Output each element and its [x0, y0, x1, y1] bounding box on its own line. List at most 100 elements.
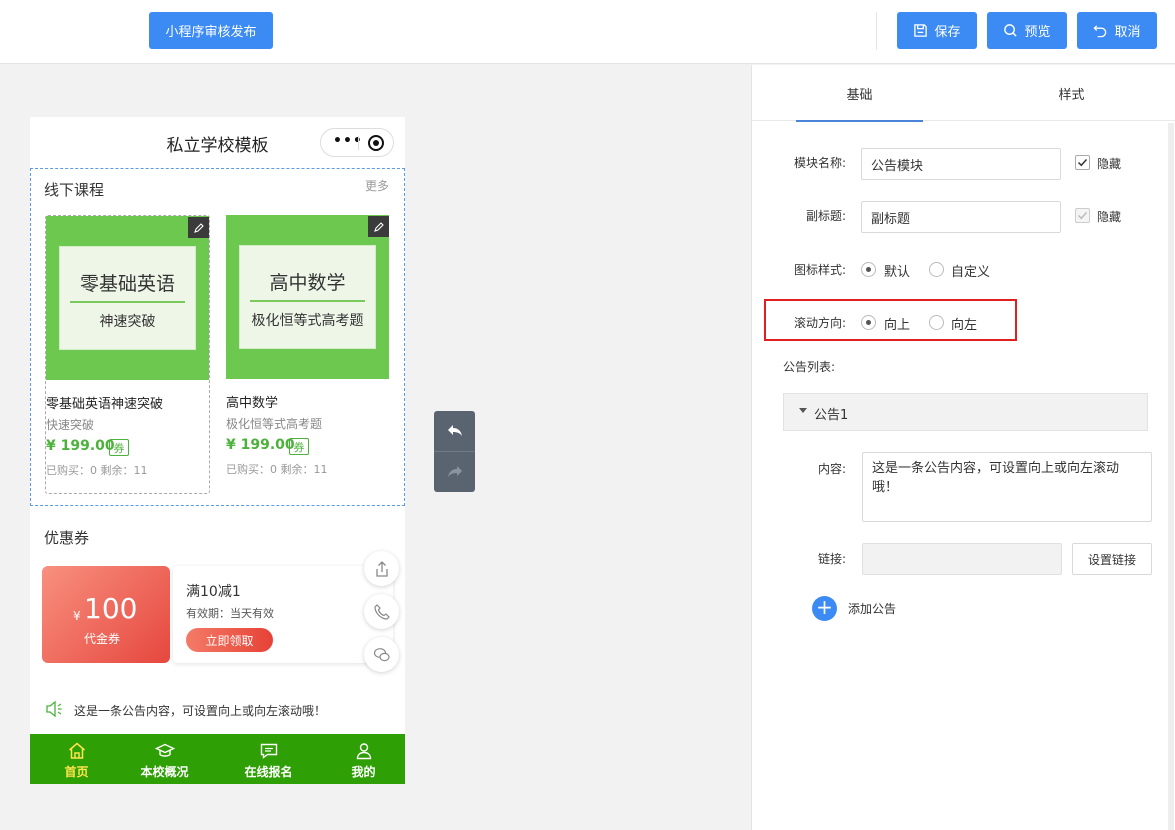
cover-title: 零基础英语 — [79, 273, 175, 295]
check-icon — [1077, 158, 1088, 167]
course-stock: 已购买：0 剩余：11 — [226, 463, 328, 476]
message-icon — [260, 743, 277, 759]
tab-basic[interactable]: 基础 — [796, 65, 923, 122]
course-price: ¥ 199.00 — [226, 437, 295, 453]
miniprogram-capsule[interactable]: ••• — [320, 128, 394, 157]
tab-home-label: 首页 — [64, 765, 89, 779]
course-card[interactable]: 高中数学 极化恒等式高考题 高中数学 极化恒等式高考题 ¥ 199.00 券 已… — [226, 215, 391, 494]
claim-coupon-button[interactable]: 立即领取 — [186, 628, 273, 652]
notice-list-label: 公告列表: — [783, 360, 836, 374]
search-icon — [1004, 24, 1018, 37]
notice-bar[interactable]: 这是一条公告内容，可设置向上或向左滚动哦！ — [44, 699, 394, 721]
speaker-icon — [46, 700, 62, 718]
scroll-left-label: 向左 — [951, 318, 978, 333]
preview-label: 预览 — [1024, 25, 1051, 40]
share-icon — [375, 560, 388, 577]
link-input[interactable] — [862, 543, 1062, 575]
add-notice-label: 添加公告 — [848, 602, 897, 616]
cover-title: 高中数学 — [269, 272, 346, 294]
course-module[interactable]: 线下课程 更多 零基础英语 神速突破 零基础英语神速突破 快速突破 ¥ 199.… — [30, 168, 405, 506]
close-miniprogram-icon[interactable] — [368, 135, 384, 151]
coupon-validity: 有效期：当天有效 — [186, 607, 274, 620]
edit-pencil-icon[interactable] — [368, 216, 389, 237]
scroll-direction-label: 滚动方向: — [793, 316, 846, 330]
course-section-title: 线下课程 — [44, 181, 105, 199]
notice-content-textarea[interactable]: 这是一条公告内容，可设置向上或向左滚动哦！ — [862, 452, 1152, 522]
hide-subtitle-checkbox[interactable] — [1075, 208, 1090, 223]
notice-text: 这是一条公告内容，可设置向上或向左滚动哦！ — [74, 704, 327, 718]
tab-online-signup[interactable]: 在线报名 — [222, 734, 315, 784]
icon-style-label: 图标样式: — [793, 263, 846, 277]
graduation-cap-icon — [154, 743, 175, 757]
home-icon — [68, 742, 85, 759]
phone-header: 私立学校模板 ••• — [30, 117, 405, 167]
tab-online-signup-label: 在线报名 — [244, 765, 293, 779]
subtitle-label: 副标题: — [805, 209, 846, 223]
toolbar-divider — [876, 12, 877, 50]
plus-icon: + — [812, 596, 837, 621]
save-label: 保存 — [934, 25, 961, 40]
undo-icon — [1093, 25, 1107, 38]
save-button[interactable]: 保存 — [897, 12, 977, 49]
redo-arrow-icon — [447, 466, 462, 477]
history-controls — [434, 411, 475, 492]
caret-down-icon — [799, 408, 807, 413]
coupon-name: 满10减1 — [186, 584, 241, 600]
undo-arrow-icon — [447, 425, 462, 436]
phone-icon — [373, 603, 390, 620]
tab-home[interactable]: 首页 — [30, 734, 123, 784]
icon-style-custom-label: 自定义 — [951, 265, 991, 280]
cover-subtitle: 神速突破 — [99, 314, 156, 330]
more-link[interactable]: 更多 — [365, 177, 389, 194]
redo-button[interactable] — [434, 452, 475, 492]
panel-tabs: 基础 样式 — [752, 65, 1175, 122]
subtitle-input[interactable]: 副标题 — [861, 201, 1061, 233]
module-name-label: 模块名称: — [793, 156, 846, 170]
link-label: 链接: — [817, 552, 846, 566]
hide-module-checkbox[interactable] — [1075, 155, 1090, 170]
course-cover-image: 零基础英语 神速突破 — [46, 216, 209, 380]
cancel-button[interactable]: 取消 — [1077, 12, 1157, 49]
module-name-input[interactable]: 公告模块 — [861, 148, 1061, 180]
scroll-up-label: 向上 — [884, 318, 911, 333]
course-price: ¥ 199.00 — [46, 438, 115, 454]
content-label: 内容: — [817, 462, 846, 476]
course-cover-image: 高中数学 极化恒等式高考题 — [226, 215, 389, 379]
save-icon — [914, 24, 928, 37]
wechat-float-button[interactable] — [364, 637, 399, 672]
icon-style-default-radio[interactable] — [861, 262, 876, 277]
course-stock: 已购买：0 剩余：11 — [46, 464, 148, 477]
publish-review-button[interactable]: 小程序审核发布 — [149, 12, 273, 49]
icon-style-custom-radio[interactable] — [929, 262, 944, 277]
panel-scrollbar[interactable] — [1168, 123, 1174, 830]
course-subtitle: 极化恒等式高考题 — [226, 417, 323, 431]
icon-style-default-label: 默认 — [884, 265, 911, 280]
coupon-badge: 券 — [109, 439, 129, 456]
bottom-tabbar: 首页 本校概况 在线报名 我的 — [30, 734, 405, 784]
edit-pencil-icon[interactable] — [188, 217, 209, 238]
coupon-type: 代金券 — [84, 632, 121, 646]
hide-module-label: 隐藏 — [1097, 157, 1122, 171]
tab-school-overview[interactable]: 本校概况 — [118, 734, 211, 784]
course-name: 零基础英语神速突破 — [46, 397, 164, 412]
coupon-module[interactable]: 优惠券 ¥ 100 代金券 满10减1 有效期：当天有效 立即领取 — [30, 512, 405, 672]
coupon-section-title: 优惠券 — [44, 529, 90, 547]
tab-mine-label: 我的 — [351, 765, 376, 779]
tab-style[interactable]: 样式 — [1008, 65, 1135, 121]
course-card[interactable]: 零基础英语 神速突破 零基础英语神速突破 快速突破 ¥ 199.00 券 已购买… — [45, 215, 210, 494]
scroll-left-radio[interactable] — [929, 315, 944, 330]
tab-mine[interactable]: 我的 — [317, 734, 405, 784]
share-float-button[interactable] — [364, 551, 399, 586]
preview-button[interactable]: 预览 — [987, 12, 1067, 49]
phone-float-button[interactable] — [364, 594, 399, 629]
set-link-button[interactable]: 设置链接 — [1072, 543, 1152, 575]
undo-button[interactable] — [434, 411, 475, 451]
notice-item-header[interactable]: 公告1 — [783, 393, 1148, 431]
top-toolbar: 小程序审核发布 保存 预览 取消 — [0, 0, 1175, 64]
coupon-amount: 100 — [84, 592, 138, 625]
course-name: 高中数学 — [226, 396, 279, 411]
coupon-detail: 满10减1 有效期：当天有效 立即领取 — [173, 566, 393, 663]
user-icon — [356, 743, 371, 760]
scroll-up-radio[interactable] — [861, 315, 876, 330]
tab-school-overview-label: 本校概况 — [140, 765, 189, 779]
